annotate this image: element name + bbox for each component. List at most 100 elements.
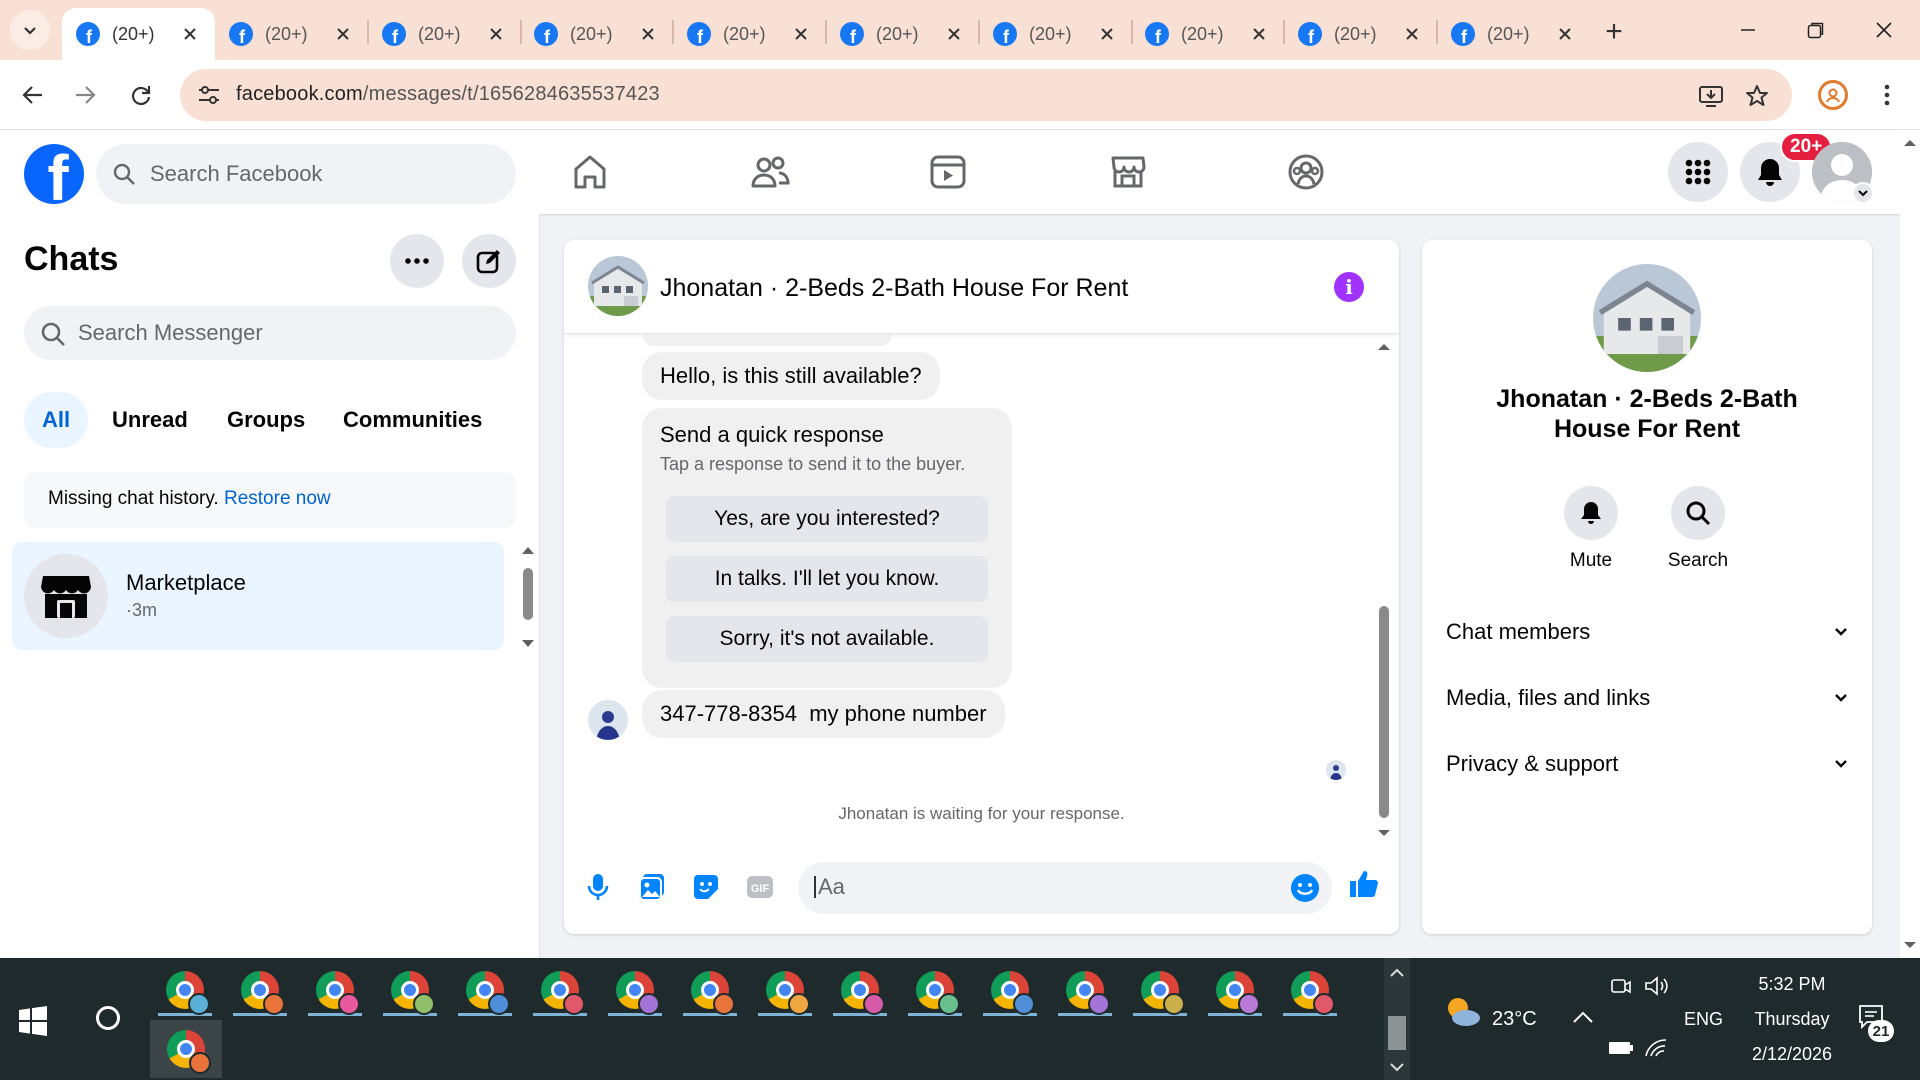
listing-avatar[interactable] xyxy=(588,256,648,316)
clock-day[interactable]: Thursday xyxy=(1744,1009,1840,1030)
quick-response-option[interactable]: Yes, are you interested? xyxy=(666,496,988,542)
language-indicator[interactable]: ENG xyxy=(1684,1009,1723,1030)
taskbar-scrollbar[interactable] xyxy=(1384,958,1410,1080)
emoji-icon[interactable] xyxy=(1290,873,1320,903)
groups-icon[interactable] xyxy=(1284,150,1328,194)
browser-tab[interactable]: f (20+) xyxy=(979,8,1132,60)
browser-tab[interactable]: f (20+) xyxy=(62,8,215,60)
filter-communities[interactable]: Communities xyxy=(325,392,500,448)
quick-response-option[interactable]: In talks. I'll let you know. xyxy=(666,556,988,602)
browser-tab[interactable]: f (20+) xyxy=(1284,8,1437,60)
search-action[interactable]: Search xyxy=(1658,486,1738,572)
browser-menu-icon[interactable] xyxy=(1872,78,1902,112)
video-icon[interactable] xyxy=(926,150,970,194)
chat-list-item[interactable]: Marketplace ·3m xyxy=(12,542,504,650)
volume-icon[interactable] xyxy=(1644,976,1670,996)
gif-icon[interactable]: GIF xyxy=(743,870,777,904)
sidebar-scrollbar[interactable] xyxy=(520,544,536,656)
close-tab-icon[interactable] xyxy=(1554,23,1576,45)
new-message-button[interactable] xyxy=(462,234,516,288)
marketplace-icon[interactable] xyxy=(1106,150,1150,194)
quick-response-option[interactable]: Sorry, it's not available. xyxy=(666,616,988,662)
close-window-button[interactable] xyxy=(1850,0,1918,60)
taskbar-chrome-profile[interactable] xyxy=(379,962,441,1018)
back-button[interactable] xyxy=(14,76,52,114)
browser-tab[interactable]: f (20+) xyxy=(520,8,673,60)
minimize-button[interactable] xyxy=(1714,0,1782,60)
meet-now-icon[interactable] xyxy=(1610,976,1632,996)
weather-temperature[interactable]: 23°C xyxy=(1492,1008,1537,1031)
forward-button[interactable] xyxy=(66,76,104,114)
close-tab-icon[interactable] xyxy=(1096,23,1118,45)
weather-icon[interactable] xyxy=(1442,994,1482,1028)
browser-tab[interactable]: f (20+) xyxy=(673,8,826,60)
browser-tab[interactable]: f (20+) xyxy=(368,8,521,60)
filter-unread[interactable]: Unread xyxy=(94,392,206,448)
section-chat-members[interactable]: Chat members xyxy=(1446,612,1848,652)
taskbar-chrome-profile[interactable] xyxy=(829,962,891,1018)
close-tab-icon[interactable] xyxy=(485,23,507,45)
bookmark-star-icon[interactable] xyxy=(1742,81,1772,111)
windows-start-icon[interactable] xyxy=(18,1006,48,1036)
sender-avatar[interactable] xyxy=(588,700,628,740)
clock-time[interactable]: 5:32 PM xyxy=(1750,974,1834,995)
address-bar[interactable]: facebook.com/messages/t/1656284635537423 xyxy=(180,69,1792,121)
new-tab-button[interactable]: + xyxy=(1596,14,1632,50)
listing-photo[interactable] xyxy=(1593,264,1701,372)
mute-action[interactable]: Mute xyxy=(1551,486,1631,572)
browser-tab[interactable]: f (20+) xyxy=(1437,8,1590,60)
restore-now-link[interactable]: Restore now xyxy=(224,488,331,509)
restore-button[interactable] xyxy=(1782,0,1850,60)
browser-tab[interactable]: f (20+) xyxy=(1131,8,1284,60)
taskbar-chrome-profile[interactable] xyxy=(304,962,366,1018)
menu-grid-button[interactable] xyxy=(1668,142,1728,202)
site-info-icon[interactable] xyxy=(194,80,224,110)
taskbar-chrome-profile[interactable] xyxy=(529,962,591,1018)
close-tab-icon[interactable] xyxy=(790,23,812,45)
conversation-info-icon[interactable]: i xyxy=(1334,272,1364,302)
browser-profile-icon[interactable] xyxy=(1818,80,1848,110)
wifi-icon[interactable] xyxy=(1644,1038,1668,1058)
tab-search-button[interactable] xyxy=(10,10,50,50)
taskbar-chrome-profile[interactable] xyxy=(229,962,291,1018)
close-tab-icon[interactable] xyxy=(943,23,965,45)
chat-options-button[interactable] xyxy=(390,234,444,288)
conversation-scrollbar[interactable] xyxy=(1374,340,1394,840)
account-caret-icon[interactable] xyxy=(1852,182,1874,204)
close-tab-icon[interactable] xyxy=(637,23,659,45)
message-input[interactable]: Aa xyxy=(798,862,1332,914)
friends-icon[interactable] xyxy=(748,150,792,194)
install-app-icon[interactable] xyxy=(1696,81,1726,111)
taskbar-chrome-profile[interactable] xyxy=(979,962,1041,1018)
battery-icon[interactable] xyxy=(1608,1040,1634,1056)
filter-all[interactable]: All xyxy=(24,392,89,448)
page-scrollbar[interactable] xyxy=(1900,130,1920,958)
close-tab-icon[interactable] xyxy=(1401,23,1423,45)
taskbar-chrome-profile[interactable] xyxy=(454,962,516,1018)
facebook-logo[interactable]: f xyxy=(24,144,84,204)
section-privacy-support[interactable]: Privacy & support xyxy=(1446,744,1848,784)
taskbar-chrome-profile[interactable] xyxy=(1279,962,1341,1018)
microphone-icon[interactable] xyxy=(581,870,615,904)
close-tab-icon[interactable] xyxy=(332,23,354,45)
taskbar-chrome-profile[interactable] xyxy=(154,962,216,1018)
clock-date[interactable]: 2/12/2026 xyxy=(1734,1044,1850,1065)
section-media-files-links[interactable]: Media, files and links xyxy=(1446,678,1848,718)
taskbar-chrome-profile[interactable] xyxy=(904,962,966,1018)
taskbar-chrome-profile[interactable] xyxy=(754,962,816,1018)
messenger-search-input[interactable]: Search Messenger xyxy=(24,306,516,360)
taskbar-chrome-window[interactable] xyxy=(150,1020,222,1078)
conversation-title[interactable]: Jhonatan · 2-Beds 2-Bath House For Rent xyxy=(660,274,1128,303)
taskbar-chrome-profile[interactable] xyxy=(1204,962,1266,1018)
close-tab-icon[interactable] xyxy=(179,23,201,45)
taskbar-chrome-profile[interactable] xyxy=(604,962,666,1018)
home-icon[interactable] xyxy=(568,150,612,194)
sticker-icon[interactable] xyxy=(689,870,723,904)
filter-groups[interactable]: Groups xyxy=(209,392,323,448)
facebook-search-input[interactable]: Search Facebook xyxy=(96,144,516,204)
cortana-search-icon[interactable] xyxy=(96,1006,120,1030)
taskbar-chrome-profile[interactable] xyxy=(1129,962,1191,1018)
show-hidden-icons[interactable] xyxy=(1572,1010,1594,1024)
browser-tab[interactable]: f (20+) xyxy=(215,8,368,60)
thumbs-up-icon[interactable] xyxy=(1347,866,1381,900)
